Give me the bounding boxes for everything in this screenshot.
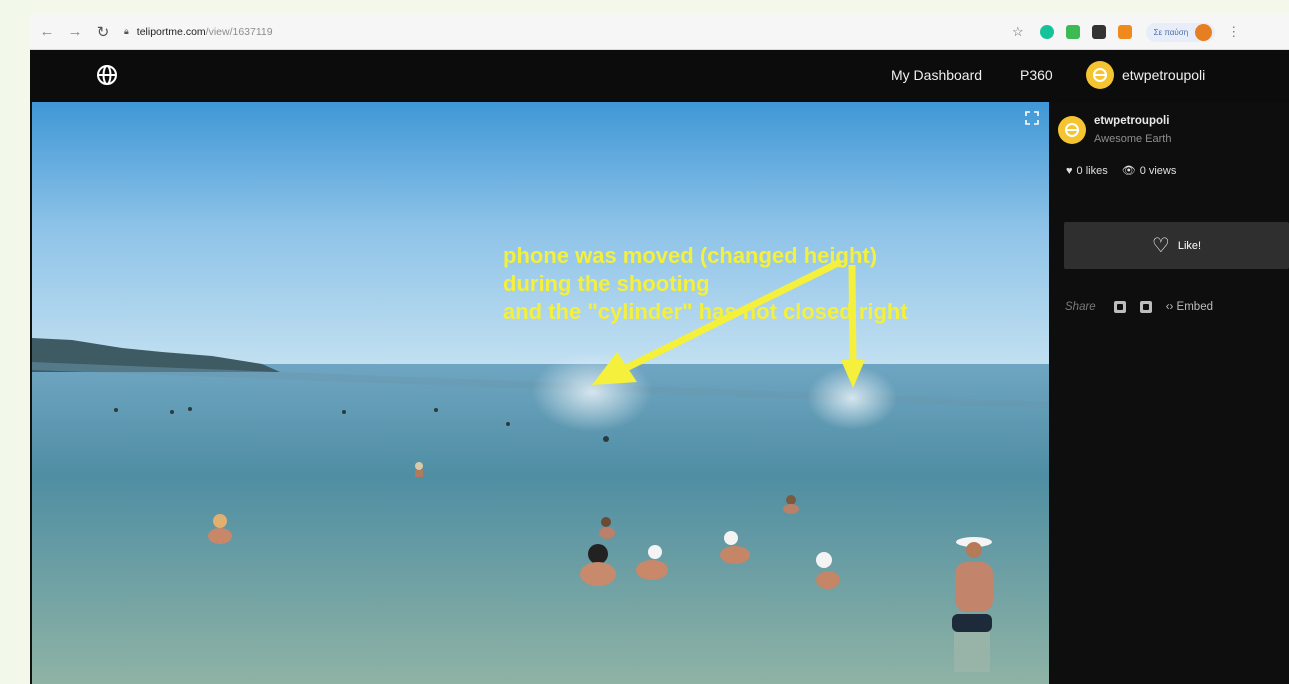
address-bar[interactable]: 🔒︎ teliportme.com/view/1637119 bbox=[124, 26, 273, 38]
info-sidebar: etwpetroupoli Awesome Earth ♥ 0 likes 👁︎… bbox=[1049, 102, 1289, 684]
author-avatar[interactable] bbox=[1058, 116, 1086, 144]
like-button-label: Like! bbox=[1177, 239, 1202, 252]
header-user-avatar[interactable] bbox=[1086, 61, 1114, 89]
pdf-extension-icon[interactable] bbox=[1091, 25, 1106, 39]
grammarly-extension-icon[interactable] bbox=[1039, 25, 1054, 39]
teliportme-logo-icon[interactable] bbox=[96, 64, 118, 86]
author-subtitle[interactable]: Awesome Earth bbox=[1094, 133, 1171, 145]
panorama-image[interactable] bbox=[32, 102, 1049, 684]
browser-window: ← → ↻ 🔒︎ teliportme.com/view/1637119 ☆ Σ… bbox=[30, 14, 1289, 684]
stats-row: ♥ 0 likes 👁︎ 0 views bbox=[1066, 164, 1180, 178]
url-path: /view/1637119 bbox=[205, 25, 273, 38]
header-username[interactable]: etwpetroupoli bbox=[1122, 67, 1205, 83]
facebook-share-icon[interactable] bbox=[1113, 301, 1126, 313]
embed-link[interactable]: ‹› Embed bbox=[1166, 301, 1213, 313]
nav-p360[interactable]: P360 bbox=[1020, 67, 1053, 83]
lock-icon: 🔒︎ bbox=[124, 26, 129, 36]
orange-extension-icon[interactable] bbox=[1117, 25, 1132, 39]
site-header: My Dashboard P360 etwpetroupoli bbox=[30, 50, 1289, 102]
extensions-bar: ☆ Σε παύση ⋮ bbox=[1012, 22, 1240, 42]
fullscreen-icon[interactable] bbox=[1025, 111, 1039, 125]
annotation-line: during the shooting bbox=[503, 271, 710, 296]
profile-status-label: Σε παύση bbox=[1153, 27, 1189, 37]
browser-toolbar: ← → ↻ 🔒︎ teliportme.com/view/1637119 ☆ Σ… bbox=[30, 14, 1289, 50]
browser-menu-icon[interactable]: ⋮ bbox=[1227, 24, 1240, 40]
share-label: Share bbox=[1065, 301, 1096, 313]
annotation-line: phone was moved (changed height) bbox=[503, 243, 878, 268]
views-count: 0 views bbox=[1139, 164, 1177, 177]
green-extension-icon[interactable] bbox=[1065, 25, 1080, 39]
bookmark-star-icon[interactable]: ☆ bbox=[1012, 24, 1024, 40]
reload-icon[interactable]: ↻ bbox=[92, 21, 114, 43]
eye-icon: 👁︎ bbox=[1121, 165, 1136, 177]
profile-avatar bbox=[1195, 23, 1213, 41]
annotation-line: and the "cylinder" has not closed right bbox=[503, 299, 908, 324]
heart-outline-icon: ♡ bbox=[1151, 235, 1170, 257]
profile-button[interactable]: Σε παύση bbox=[1145, 22, 1216, 42]
twitter-share-icon[interactable] bbox=[1139, 301, 1152, 313]
nav-my-dashboard[interactable]: My Dashboard bbox=[891, 67, 982, 83]
author-name[interactable]: etwpetroupoli bbox=[1094, 115, 1169, 127]
forward-icon[interactable]: → bbox=[64, 21, 86, 43]
like-button[interactable]: ♡ Like! bbox=[1064, 222, 1289, 269]
heart-icon: ♥ bbox=[1066, 164, 1073, 177]
annotation-text: phone was moved (changed height) during … bbox=[503, 242, 908, 326]
panorama-viewer[interactable]: phone was moved (changed height) during … bbox=[32, 102, 1049, 684]
url-host: teliportme.com bbox=[136, 25, 206, 38]
back-icon[interactable]: ← bbox=[36, 21, 58, 43]
likes-count: 0 likes bbox=[1076, 164, 1108, 177]
share-row: Share ‹› Embed bbox=[1065, 301, 1213, 313]
